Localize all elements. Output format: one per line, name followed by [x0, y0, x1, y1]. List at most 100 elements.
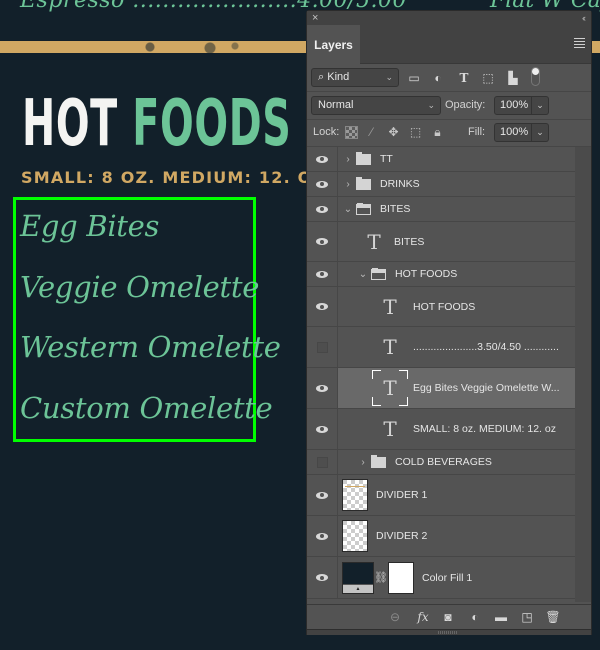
adjustment-filter-icon[interactable]: ◐: [431, 72, 445, 84]
panel-resize-grip[interactable]: [307, 629, 591, 635]
layer-row[interactable]: T ......................3.50/4.50 ......…: [307, 327, 575, 368]
layer-row[interactable]: ⛓ Color Fill 1: [307, 557, 575, 599]
visibility-toggle[interactable]: [307, 516, 338, 556]
layer-name: HOT FOODS: [413, 300, 476, 313]
layer-row-selected[interactable]: T Egg Bites Veggie Omelette W...: [307, 368, 575, 409]
fx-icon[interactable]: fx: [415, 610, 431, 624]
chevron-right-icon[interactable]: ›: [343, 179, 353, 190]
lock-brush-icon[interactable]: ⁄: [365, 126, 378, 139]
chevron-right-icon[interactable]: ›: [343, 154, 353, 165]
layer-name: Egg Bites Veggie Omelette W...: [413, 382, 560, 394]
lock-all-icon[interactable]: 🔒︎: [431, 126, 444, 139]
adjustment-layer-icon[interactable]: ◐: [467, 610, 483, 624]
layer-row[interactable]: › COLD BEVERAGES: [307, 450, 575, 475]
chain-link-icon[interactable]: ⛓: [374, 571, 388, 584]
visibility-toggle[interactable]: [307, 262, 338, 286]
blend-mode-select[interactable]: Normal ⌄: [311, 96, 441, 115]
type-filter-icon[interactable]: T: [457, 72, 471, 84]
chevron-down-icon: ⌄: [427, 100, 435, 110]
menu-item: Western Omelette: [20, 330, 281, 364]
folder-open-icon: [371, 267, 386, 280]
image-filter-icon[interactable]: ▭: [407, 72, 421, 84]
add-mask-icon[interactable]: ◙: [440, 610, 456, 624]
visibility-toggle[interactable]: [307, 172, 338, 196]
eye-icon: [316, 303, 328, 310]
fill-dropdown[interactable]: ⌄: [532, 123, 549, 142]
layer-row[interactable]: › DRINKS: [307, 172, 575, 197]
visibility-toggle[interactable]: [307, 197, 338, 221]
layer-name: Color Fill 1: [422, 571, 473, 584]
layer-name: DIVIDER 2: [376, 530, 428, 542]
tab-layers[interactable]: Layers: [307, 25, 360, 64]
visibility-toggle[interactable]: [307, 409, 338, 449]
layer-row[interactable]: ⌄ BITES: [307, 197, 575, 222]
kind-label: Kind: [327, 71, 350, 83]
panel-titlebar[interactable]: × ‹‹: [307, 11, 591, 25]
layer-name: BITES: [380, 203, 411, 215]
layer-row[interactable]: T HOT FOODS: [307, 287, 575, 327]
chevron-down-icon[interactable]: ⌄: [358, 269, 368, 280]
chevron-right-icon[interactable]: ›: [358, 457, 368, 468]
panel-menu-icon[interactable]: [574, 38, 585, 48]
text-layer-icon: T: [367, 229, 381, 254]
text-layer-icon: T: [372, 370, 408, 406]
layer-name: COLD BEVERAGES: [395, 456, 492, 468]
layer-thumbnail: [342, 520, 368, 552]
layer-name: ......................3.50/4.50 ........…: [413, 341, 559, 353]
layer-row[interactable]: DIVIDER 1: [307, 475, 575, 516]
new-group-icon[interactable]: ▬: [493, 610, 509, 624]
layer-row[interactable]: T SMALL: 8 oz. MEDIUM: 12. oz: [307, 409, 575, 450]
folder-icon: [356, 176, 371, 190]
layer-row[interactable]: › TT: [307, 147, 575, 172]
fill-input[interactable]: 100%: [494, 123, 532, 142]
layer-row[interactable]: DIVIDER 2: [307, 516, 575, 557]
panel-tabbar: Layers: [307, 25, 591, 64]
layer-name: TT: [380, 153, 393, 165]
menu-item: Veggie Omelette: [20, 269, 260, 304]
link-layers-icon[interactable]: ⊖: [387, 610, 403, 624]
shape-filter-icon[interactable]: ⬚: [481, 72, 495, 84]
layers-list: › TT › DRINKS ⌄ BITES T BITES ⌄ HOT FOOD…: [307, 147, 575, 599]
layer-name: SMALL: 8 oz. MEDIUM: 12. oz: [413, 423, 556, 435]
filter-row: ⌕ Kind ⌄ ▭ ◐ T ⬚ ▙: [307, 64, 591, 92]
visibility-off-icon: [316, 341, 328, 353]
eye-icon: [316, 574, 328, 581]
lock-transparency-icon[interactable]: [345, 126, 358, 139]
visibility-toggle[interactable]: [307, 287, 338, 326]
text-layer-icon: T: [383, 417, 397, 441]
visibility-toggle[interactable]: [307, 450, 338, 474]
filter-toggle[interactable]: [531, 67, 540, 86]
headline-hot: HOT: [22, 87, 118, 161]
close-icon[interactable]: ×: [312, 11, 318, 25]
lock-move-icon[interactable]: ✥: [387, 126, 400, 139]
blend-mode-value: Normal: [318, 99, 354, 111]
chevron-down-icon[interactable]: ⌄: [343, 204, 353, 215]
visibility-toggle[interactable]: [307, 147, 338, 171]
opacity-dropdown[interactable]: ⌄: [532, 96, 549, 115]
eye-icon: [316, 238, 328, 245]
lock-row: Lock: ⁄ ✥ ⬚ 🔒︎ Fill: 100% ⌄: [307, 120, 591, 147]
fill-label: Fill:: [468, 126, 486, 138]
visibility-toggle[interactable]: [307, 557, 338, 598]
visibility-toggle[interactable]: [307, 327, 338, 367]
visibility-toggle[interactable]: [307, 368, 338, 408]
delete-layer-icon[interactable]: 🗑︎: [545, 610, 561, 624]
visibility-toggle[interactable]: [307, 475, 338, 515]
layer-name: BITES: [394, 235, 425, 248]
layers-scrollbar[interactable]: [575, 147, 591, 602]
eye-icon: [316, 155, 328, 163]
opacity-input[interactable]: 100%: [494, 96, 532, 115]
visibility-toggle[interactable]: [307, 222, 338, 261]
layers-panel: × ‹‹ Layers ⌕ Kind ⌄ ▭ ◐ T ⬚ ▙ Normal ⌄ …: [306, 10, 592, 635]
collapse-icon[interactable]: ‹‹: [582, 11, 586, 25]
eye-icon: [316, 180, 328, 188]
layer-row[interactable]: ⌄ HOT FOODS: [307, 262, 575, 287]
lock-artboard-icon[interactable]: ⬚: [409, 126, 422, 139]
layer-row[interactable]: T BITES: [307, 222, 575, 262]
kind-filter-select[interactable]: ⌕ Kind ⌄: [311, 68, 399, 87]
layer-name: HOT FOODS: [395, 268, 458, 280]
smart-object-filter-icon[interactable]: ▙: [506, 72, 520, 84]
new-layer-icon[interactable]: ◳: [519, 610, 535, 624]
folder-icon: [371, 454, 386, 468]
menu-items-text: Egg Bites Veggie Omelette Western Omelet…: [20, 200, 281, 442]
